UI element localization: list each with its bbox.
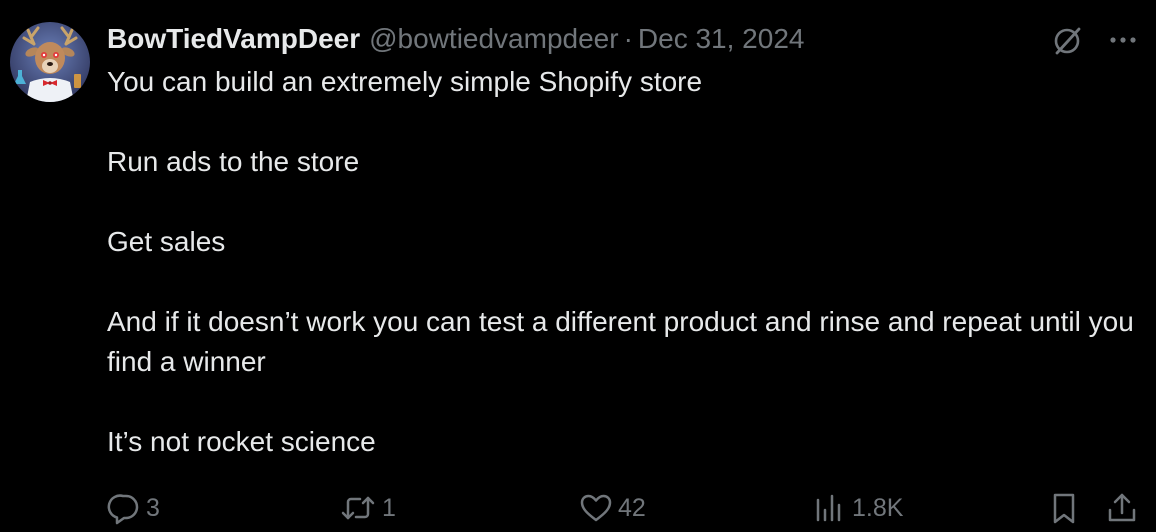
tweet-line: It’s not rocket science [107, 426, 376, 457]
retweet-count: 1 [382, 493, 396, 522]
tweet-header: BowTiedVampDeer @bowtiedvampdeer · Dec 3… [107, 20, 804, 58]
header-separator: · [623, 23, 633, 54]
reply-button[interactable]: 3 [106, 486, 160, 530]
share-button[interactable] [1104, 486, 1140, 530]
user-handle[interactable]: @bowtiedvampdeer [369, 23, 618, 55]
bookmark-button[interactable] [1048, 486, 1080, 530]
heart-icon [578, 490, 614, 526]
avatar[interactable] [10, 22, 90, 102]
deer-avatar-icon [10, 22, 90, 102]
action-bar: 3 1 42 1.8K [0, 486, 1156, 530]
tweet[interactable]: BowTiedVampDeer @bowtiedvampdeer · Dec 3… [0, 0, 1156, 532]
more-dots-icon[interactable] [1105, 22, 1141, 58]
reply-count: 3 [146, 493, 160, 522]
retweet-icon [338, 490, 378, 526]
grok-slash-icon[interactable] [1050, 22, 1086, 58]
post-date[interactable]: Dec 31, 2024 [638, 23, 805, 55]
tweet-line: Get sales [107, 226, 226, 257]
like-count: 42 [618, 493, 646, 522]
tweet-body: You can build an extremely simple Shopif… [107, 62, 1147, 462]
views-chart-icon [812, 490, 848, 526]
tweet-line: And if it doesn’t work you can test a di… [107, 306, 1134, 377]
retweet-button[interactable]: 1 [338, 486, 396, 530]
views-button[interactable]: 1.8K [812, 486, 903, 530]
views-count: 1.8K [852, 493, 904, 522]
reply-icon [106, 490, 142, 526]
bookmark-icon [1048, 490, 1080, 526]
display-name[interactable]: BowTiedVampDeer [107, 23, 360, 55]
tweet-line: You can build an extremely simple Shopif… [107, 66, 703, 97]
tweet-line: Run ads to the store [107, 146, 360, 177]
like-button[interactable]: 42 [578, 486, 646, 530]
share-icon [1104, 490, 1140, 526]
